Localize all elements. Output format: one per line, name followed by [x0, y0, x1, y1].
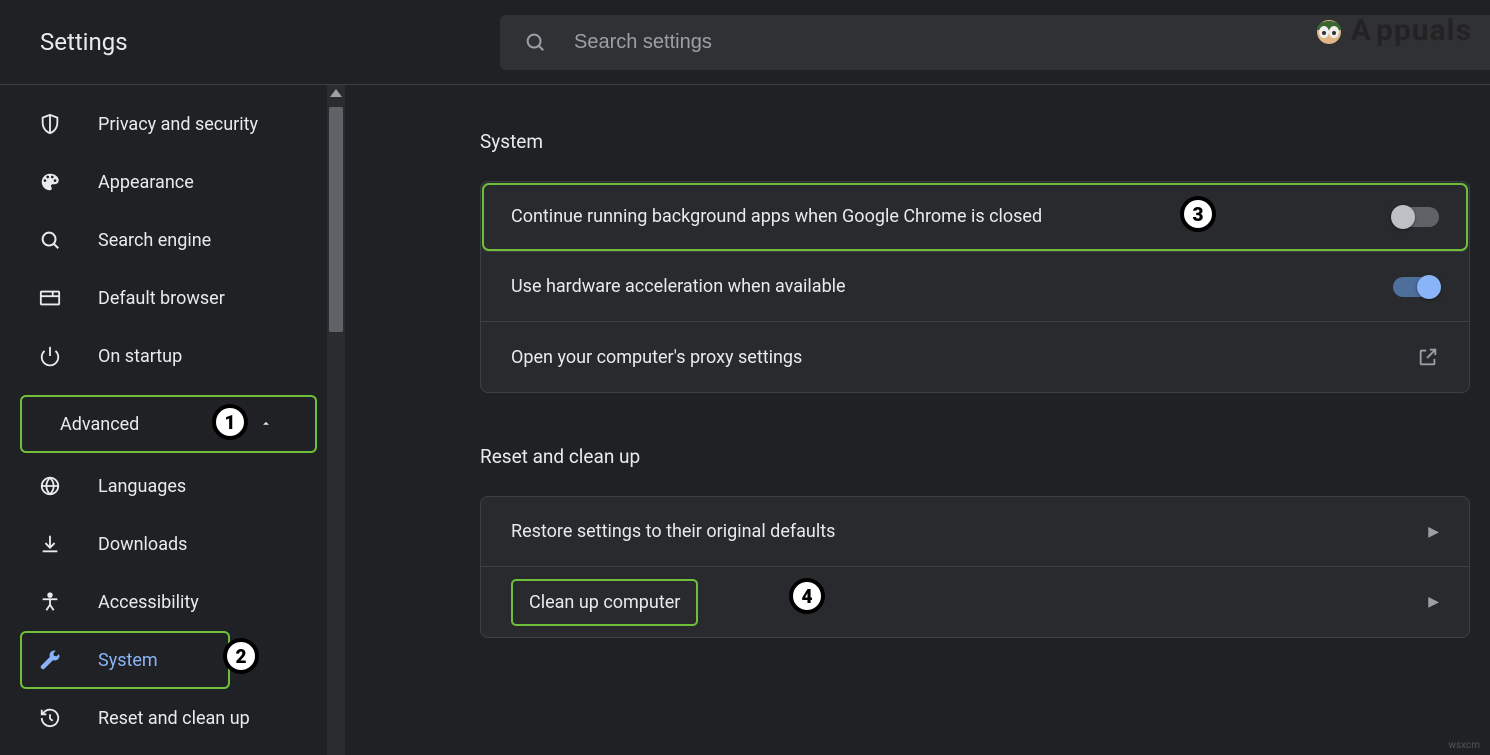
sidebar-item-search-engine[interactable]: Search engine [0, 211, 345, 269]
annotation-callout-3: 3 [1180, 196, 1216, 232]
download-icon [38, 532, 62, 556]
watermark: Appuals [1311, 12, 1472, 48]
sidebar-item-system[interactable]: System [20, 631, 230, 689]
power-icon [38, 344, 62, 368]
search-icon [524, 31, 546, 53]
row-restore-defaults[interactable]: Restore settings to their original defau… [481, 497, 1469, 567]
chevron-up-icon [259, 414, 273, 435]
toggle-hardware-accel[interactable] [1393, 277, 1439, 297]
chevron-right-icon: ▶ [1428, 594, 1439, 610]
row-label: Restore settings to their original defau… [511, 521, 835, 542]
annotation-callout-1: 1 [212, 404, 248, 440]
globe-icon [38, 474, 62, 498]
palette-icon [38, 170, 62, 194]
row-label: Clean up computer [529, 592, 680, 613]
sidebar-item-label: Privacy and security [98, 114, 258, 135]
sidebar-item-label: On startup [98, 346, 182, 367]
corner-credit: wsxcm [1448, 740, 1480, 751]
sidebar-item-appearance[interactable]: Appearance [0, 153, 345, 211]
watermark-text-a: A [1351, 13, 1372, 48]
wrench-icon [38, 648, 62, 672]
sidebar-item-downloads[interactable]: Downloads [0, 515, 345, 573]
sidebar-item-default-browser[interactable]: Default browser [0, 269, 345, 327]
page-title: Settings [0, 28, 500, 56]
toggle-background-apps[interactable] [1393, 207, 1439, 227]
row-label: Continue running background apps when Go… [511, 206, 1042, 227]
sidebar-item-label: System [98, 650, 158, 671]
row-background-apps[interactable]: Continue running background apps when Go… [481, 182, 1469, 252]
sidebar-advanced-label: Advanced [60, 414, 139, 435]
section-title-system: System [480, 130, 1470, 153]
row-label: Use hardware acceleration when available [511, 276, 846, 297]
sidebar-item-label: Accessibility [98, 592, 199, 613]
sidebar: Privacy and security Appearance Search e… [0, 85, 345, 755]
sidebar-advanced-toggle[interactable]: Advanced [20, 395, 317, 453]
row-label: Open your computer's proxy settings [511, 347, 802, 368]
window-icon [38, 286, 62, 310]
sidebar-item-reset[interactable]: Reset and clean up [0, 689, 345, 747]
sidebar-item-label: Default browser [98, 288, 225, 309]
sidebar-scrollbar[interactable] [327, 85, 345, 755]
row-proxy-settings[interactable]: Open your computer's proxy settings [481, 322, 1469, 392]
restore-icon [38, 706, 62, 730]
accessibility-icon [38, 590, 62, 614]
watermark-logo-icon [1311, 12, 1347, 48]
row-cleanup-computer[interactable]: Clean up computer ▶ [481, 567, 1469, 637]
row-hardware-accel[interactable]: Use hardware acceleration when available [481, 252, 1469, 322]
annotation-callout-2: 2 [223, 638, 259, 674]
sidebar-item-on-startup[interactable]: On startup [0, 327, 345, 385]
sidebar-item-privacy[interactable]: Privacy and security [0, 95, 345, 153]
scroll-up-icon[interactable] [330, 89, 342, 97]
search-icon [38, 228, 62, 252]
system-card: Continue running background apps when Go… [480, 181, 1470, 393]
sidebar-item-label: Languages [98, 476, 186, 497]
scrollbar-thumb[interactable] [329, 107, 343, 332]
chevron-right-icon: ▶ [1428, 524, 1439, 540]
open-external-icon [1417, 346, 1439, 368]
sidebar-item-label: Downloads [98, 534, 187, 555]
sidebar-item-accessibility[interactable]: Accessibility [0, 573, 345, 631]
watermark-text-rest: ppuals [1376, 13, 1472, 48]
shield-icon [38, 112, 62, 136]
sidebar-item-label: Appearance [98, 172, 194, 193]
section-title-reset: Reset and clean up [480, 445, 1470, 468]
sidebar-item-languages[interactable]: Languages [0, 457, 345, 515]
sidebar-item-label: Reset and clean up [98, 708, 250, 729]
sidebar-item-label: Search engine [98, 230, 211, 251]
reset-card: Restore settings to their original defau… [480, 496, 1470, 638]
annotation-callout-4: 4 [789, 578, 825, 614]
